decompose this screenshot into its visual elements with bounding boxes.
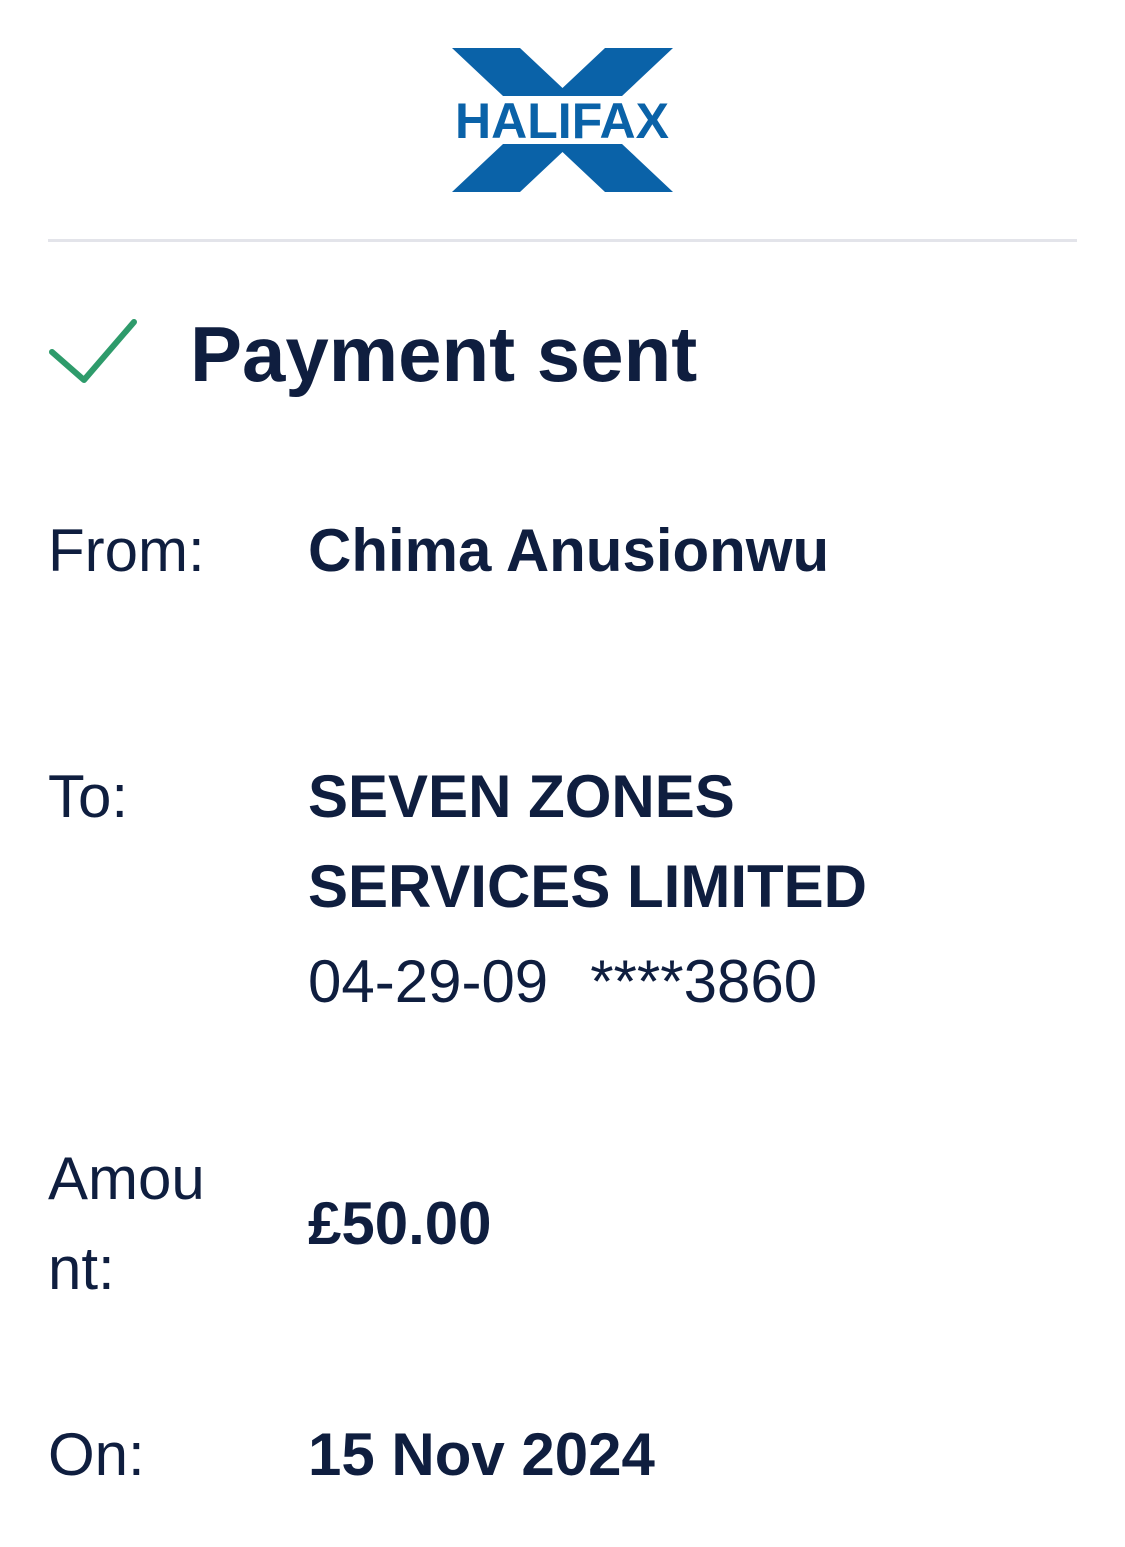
account-number: ****3860: [590, 948, 818, 1015]
from-value: Chima Anusionwu: [308, 517, 830, 584]
page-title: Payment sent: [190, 310, 698, 398]
check-icon: [48, 314, 138, 386]
halifax-logo: HALIFAX: [450, 46, 675, 194]
payment-status: Payment sent: [48, 300, 1077, 410]
amount-label-line1: Amou: [48, 1145, 205, 1212]
date-value: 15 Nov 2024: [308, 1421, 655, 1488]
sort-code: 04-29-09: [308, 948, 549, 1015]
payee-name-line2: SERVICES LIMITED: [308, 853, 867, 920]
amount-label-line2: nt:: [48, 1235, 115, 1302]
header-divider: [48, 239, 1077, 242]
amount-label: Amou nt:: [48, 1134, 248, 1314]
from-label: From:: [48, 517, 205, 584]
date-label: On:: [48, 1421, 145, 1488]
payee-name-line1: SEVEN ZONES: [308, 763, 735, 830]
to-label: To:: [48, 763, 129, 830]
payee-account-details: 04-29-09 ****3860: [308, 932, 1008, 1032]
to-value: SEVEN ZONES SERVICES LIMITED 04-29-09 ***…: [308, 752, 1008, 1032]
amount-value: £50.00: [308, 1190, 492, 1257]
logo-wordmark: HALIFAX: [455, 93, 669, 149]
